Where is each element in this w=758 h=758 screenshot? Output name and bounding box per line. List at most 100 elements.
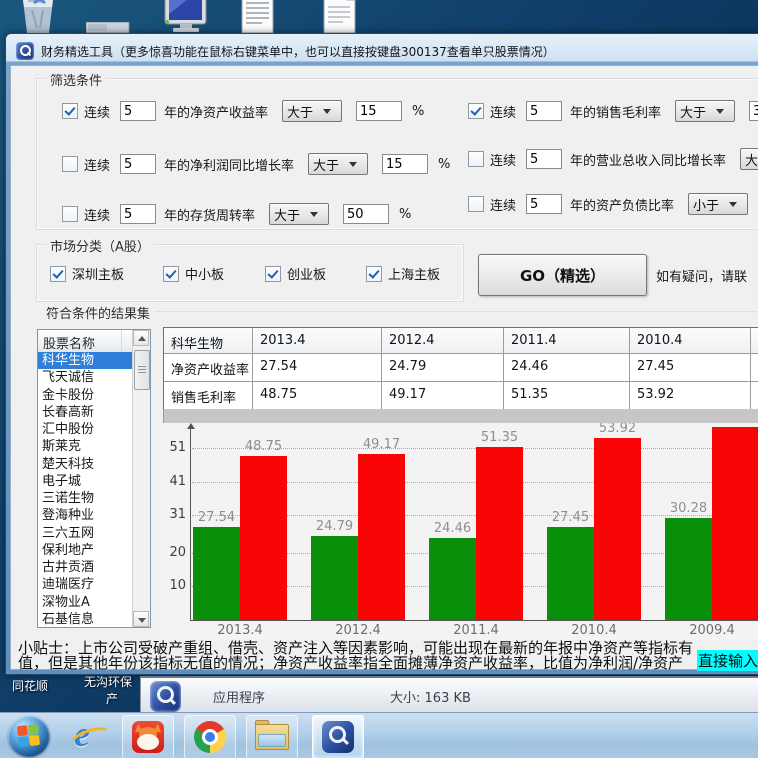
stock-list-item[interactable]: 石基信息 bbox=[38, 611, 133, 628]
table-cell: 30.28 bbox=[751, 354, 758, 382]
stock-list-item[interactable]: 电子城 bbox=[38, 473, 133, 490]
value-input-roe[interactable] bbox=[356, 101, 402, 121]
filter-row-debtratio: 连续 年的资产负债比率 小于 bbox=[468, 193, 758, 215]
stock-list-item[interactable]: 汇中股份 bbox=[38, 421, 133, 438]
tip-line-2: 值，但是其他年份该指标无值的情况；净资产收益率指全面摊薄净资产收益率，比值为净利… bbox=[18, 652, 683, 673]
internet-explorer-icon[interactable]: e bbox=[66, 717, 112, 757]
taskbar-item-explorer[interactable] bbox=[246, 715, 298, 758]
stock-list-item[interactable]: 长春高新 bbox=[38, 404, 133, 421]
y-axis bbox=[190, 429, 191, 620]
bar-净资产收益率 bbox=[665, 518, 712, 620]
bar-净资产收益率 bbox=[429, 538, 476, 620]
years-input-roe[interactable] bbox=[120, 101, 156, 121]
taskbar-item-tonghuashun[interactable] bbox=[122, 715, 174, 758]
bar-净资产收益率 bbox=[193, 527, 240, 620]
label-revenue: 年的营业总收入同比增长率 bbox=[570, 150, 726, 169]
label-inventory: 年的存货周转率 bbox=[164, 205, 255, 224]
stock-list-item[interactable]: 金卡股份 bbox=[38, 387, 133, 404]
checkbox-shanghai-main[interactable] bbox=[366, 266, 382, 282]
windows-flag-icon bbox=[17, 724, 41, 748]
stock-listbox: 股票名称 科华生物飞天诚信金卡股份长春高新汇中股份斯莱克楚天科技电子城三诺生物登… bbox=[37, 329, 151, 628]
filter-row-revenue: 连续 年的营业总收入同比增长率 大于 bbox=[468, 148, 758, 170]
label-grossmargin: 年的销售毛利率 bbox=[570, 102, 661, 121]
filters-group-label: 筛选条件 bbox=[46, 70, 106, 89]
checkbox-revenue[interactable] bbox=[468, 151, 484, 167]
go-button[interactable]: GO（精选） bbox=[478, 254, 647, 296]
stock-list-item[interactable]: 登海种业 bbox=[38, 507, 133, 524]
value-input-inventory[interactable] bbox=[343, 204, 389, 224]
checkbox-debtratio[interactable] bbox=[468, 196, 484, 212]
chrome-icon bbox=[194, 721, 226, 753]
checkbox-inventory[interactable] bbox=[62, 206, 78, 222]
taskbar-item-search-app[interactable] bbox=[312, 715, 364, 758]
checkbox-sme-board[interactable] bbox=[163, 266, 179, 282]
list-scrollbar[interactable] bbox=[132, 330, 150, 627]
contact-note: 如有疑问，请联 bbox=[656, 266, 747, 285]
years-input-inventory[interactable] bbox=[120, 204, 156, 224]
results-group-line bbox=[132, 311, 758, 312]
stock-list-item[interactable]: 科华生物 bbox=[38, 352, 133, 369]
years-input-netprofit[interactable] bbox=[120, 154, 156, 174]
bar-value-label: 49.17 bbox=[352, 437, 412, 451]
checkbox-gem-board[interactable] bbox=[265, 266, 281, 282]
scrollbar-thumb[interactable] bbox=[134, 350, 150, 390]
table-cell: 24.79 bbox=[382, 354, 504, 382]
label-roe: 年的净资产收益率 bbox=[164, 102, 268, 121]
table-cell: 51.35 bbox=[504, 382, 630, 410]
table-cell: 销售毛利率 bbox=[164, 382, 253, 410]
label-consecutive: 连续 bbox=[84, 102, 110, 121]
label-consecutive: 连续 bbox=[84, 205, 110, 224]
stock-list-header[interactable]: 股票名称 bbox=[38, 330, 133, 353]
operator-select-roe[interactable]: 大于 bbox=[282, 100, 342, 122]
stock-list-item[interactable]: 楚天科技 bbox=[38, 456, 133, 473]
bar-value-label: 30.28 bbox=[659, 501, 719, 515]
start-button[interactable] bbox=[8, 715, 50, 757]
operator-select-debtratio[interactable]: 小于 bbox=[688, 193, 748, 215]
bar-chart: 102031415127.5448.752013.424.7949.172012… bbox=[160, 423, 758, 640]
years-input-debtratio[interactable] bbox=[526, 194, 562, 214]
operator-select-inventory[interactable]: 大于 bbox=[269, 203, 329, 225]
operator-select-netprofit[interactable]: 大于 bbox=[308, 153, 368, 175]
value-input-netprofit[interactable] bbox=[382, 154, 428, 174]
table-header-cell: 科华生物 bbox=[164, 328, 253, 354]
label-consecutive: 连续 bbox=[84, 155, 110, 174]
table-header-cell: 2011.4 bbox=[504, 328, 630, 354]
scroll-down-icon[interactable] bbox=[133, 611, 149, 627]
table-cell: 24.46 bbox=[504, 354, 630, 382]
years-input-grossmargin[interactable] bbox=[526, 101, 562, 121]
checkbox-roe[interactable] bbox=[62, 103, 78, 119]
chevron-down-icon bbox=[729, 202, 737, 207]
screen: 同花顺 无沟环保 产 财务精选工具（更多惊喜功能在鼠标右键菜单中，也可以直接按键… bbox=[0, 0, 758, 758]
financials-table: 科华生物2013.42012.42011.42010.42009.4净资产收益率… bbox=[163, 327, 758, 411]
bar-value-label: 27.54 bbox=[187, 510, 247, 524]
y-tick-label: 31 bbox=[160, 507, 186, 523]
scroll-up-icon[interactable] bbox=[133, 330, 149, 346]
stock-list-item[interactable]: 古井贡酒 bbox=[38, 559, 133, 576]
bar-value-label: 53.92 bbox=[588, 423, 648, 435]
bar-净资产收益率 bbox=[311, 536, 358, 620]
stock-list-item[interactable]: 飞天诚信 bbox=[38, 369, 133, 386]
stock-list-item[interactable]: 深物业A bbox=[38, 594, 133, 611]
stock-list-item[interactable]: 保利地产 bbox=[38, 542, 133, 559]
operator-select-grossmargin[interactable]: 大于 bbox=[675, 100, 735, 122]
filter-row-roe: 连续 年的净资产收益率 大于 % bbox=[62, 100, 424, 122]
checkbox-netprofit[interactable] bbox=[62, 156, 78, 172]
label-gem-board: 创业板 bbox=[287, 264, 326, 283]
checkbox-grossmargin[interactable] bbox=[468, 103, 484, 119]
chevron-down-icon bbox=[716, 109, 724, 114]
years-input-revenue[interactable] bbox=[526, 149, 562, 169]
stock-list-item[interactable]: 三六五网 bbox=[38, 525, 133, 542]
label-consecutive: 连续 bbox=[490, 195, 516, 214]
label-sme-board: 中小板 bbox=[185, 264, 224, 283]
stock-list-item[interactable]: 斯莱克 bbox=[38, 438, 133, 455]
y-tick-label: 20 bbox=[160, 545, 186, 561]
operator-select-revenue[interactable]: 大于 bbox=[740, 148, 758, 170]
taskbar-item-chrome[interactable] bbox=[184, 715, 236, 758]
results-group-label: 符合条件的结果集 bbox=[42, 303, 154, 322]
stock-list-item[interactable]: 迪瑞医疗 bbox=[38, 576, 133, 593]
value-input-grossmargin[interactable] bbox=[749, 101, 758, 121]
stock-list-header-label: 股票名称 bbox=[38, 330, 122, 352]
stock-list-item[interactable]: 三诺生物 bbox=[38, 490, 133, 507]
bar-value-label: 27.45 bbox=[541, 510, 601, 524]
checkbox-shenzhen-main[interactable] bbox=[50, 266, 66, 282]
